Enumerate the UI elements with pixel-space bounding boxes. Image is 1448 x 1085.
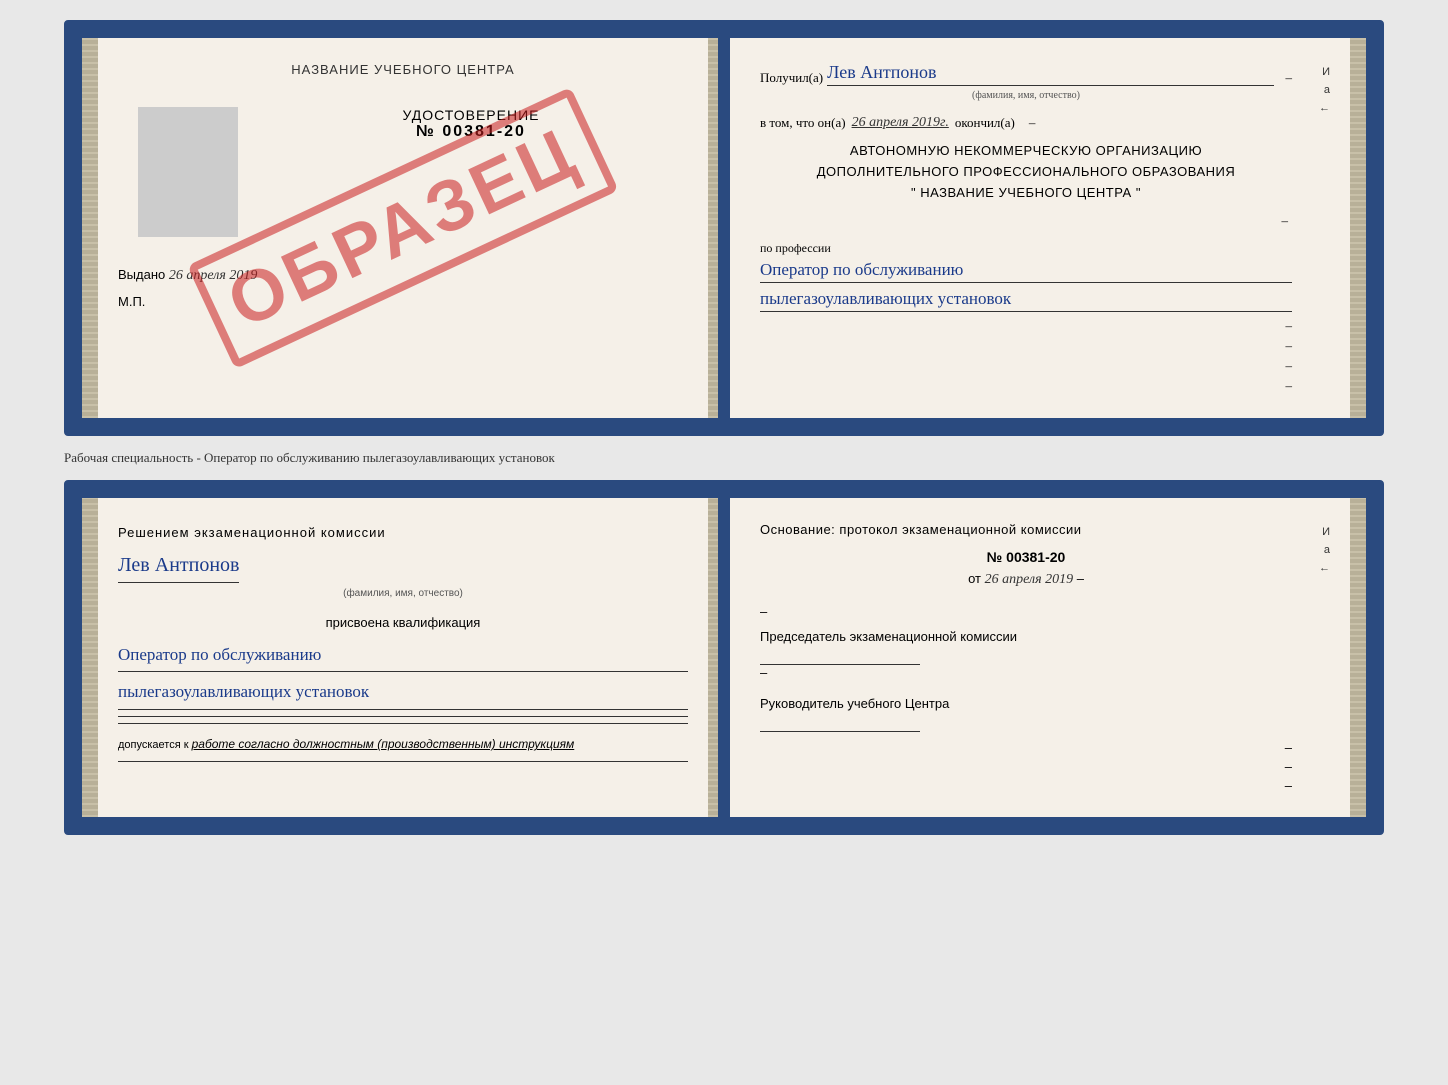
certificate-book-2: Решением экзаменационной комиссии Лев Ан… (64, 480, 1384, 835)
vtom-row: в том, что он(а) 26 апреля 2019г. окончи… (760, 115, 1292, 131)
certificate-book-1: НАЗВАНИЕ УЧЕБНОГО ЦЕНТРА УДОСТОВЕРЕНИЕ №… (64, 20, 1384, 436)
ot-label: от (968, 571, 981, 586)
osnovaniye-label: Основание: протокол экзаменационной коми… (760, 522, 1292, 537)
org-line3: " НАЗВАНИЕ УЧЕБНОГО ЦЕНТРА " (760, 183, 1292, 204)
poluchil-label: Получил(а) (760, 70, 823, 86)
poluchil-name: Лев Антпонов (827, 62, 1273, 86)
spine-right-left (708, 38, 724, 418)
professiya-line1: Оператор по обслуживанию (760, 260, 1292, 283)
udostoverenie-block: УДОСТОВЕРЕНИЕ № 00381-20 (254, 107, 688, 141)
document-container: НАЗВАНИЕ УЧЕБНОГО ЦЕНТРА УДОСТОВЕРЕНИЕ №… (64, 20, 1384, 835)
vydano-label: Выдано (118, 267, 165, 282)
p1-dash4: – (1286, 318, 1293, 334)
spine-right-page-2 (1350, 498, 1366, 817)
p1-dash7: – (1286, 378, 1293, 394)
ot-row: от 26 апреля 2019 – (760, 571, 1292, 588)
fam-sub-2: (фамилия, имя, отчество) (118, 585, 688, 602)
page-left-1: НАЗВАНИЕ УЧЕБНОГО ЦЕНТРА УДОСТОВЕРЕНИЕ №… (82, 38, 724, 418)
fam-sub-1: (фамилия, имя, отчество) (760, 90, 1292, 101)
r2-dash5: – (1285, 759, 1292, 774)
professiya-label: по профессии (760, 241, 1292, 256)
vydano-line: Выдано 26 апреля 2019 (118, 267, 688, 284)
osnov-number: № 00381-20 (987, 549, 1066, 565)
dash3-r: – (760, 665, 767, 680)
rukovoditel-block: Руководитель учебного Центра (760, 696, 1292, 732)
cert-title: НАЗВАНИЕ УЧЕБНОГО ЦЕНТРА (118, 62, 688, 77)
page-right-2: Основание: протокол экзаменационной коми… (724, 498, 1366, 817)
okonchil-label: окончил(а) (955, 115, 1015, 131)
org-block: АВТОНОМНУЮ НЕКОММЕРЧЕСКУЮ ОРГАНИЗАЦИЮ ДО… (760, 141, 1292, 203)
poluchil-row: Получил(а) Лев Антпонов – (760, 62, 1292, 86)
right-indicators-1: И а ← (1300, 62, 1330, 394)
spine-right-left-2 (708, 498, 724, 817)
cert-number: № 00381-20 (254, 123, 688, 141)
kvalif-line2: пылегазоулавливающих установок (118, 678, 688, 710)
prisvoyena-label: присвоена квалификация (118, 612, 688, 634)
resheniem-block: Решением экзаменационной комиссии Лев Ан… (118, 522, 688, 762)
kvalif-line1: Оператор по обслуживанию (118, 641, 688, 673)
indicator-a-1: а (1324, 84, 1330, 96)
indicator-i-1: И (1322, 66, 1330, 78)
page-right-1: Получил(а) Лев Антпонов – (фамилия, имя,… (724, 38, 1366, 418)
spine-left (82, 38, 98, 418)
separator-text: Рабочая специальность - Оператор по обсл… (64, 444, 1384, 472)
predsedatel-block: Председатель экзаменационной комиссии – (760, 629, 1292, 680)
indicator-i-2: И (1322, 526, 1330, 538)
dopuskaetsya-text: работе согласно должностным (производств… (192, 737, 575, 751)
udostoverenie-label: УДОСТОВЕРЕНИЕ (254, 107, 688, 123)
spine-left-2 (82, 498, 98, 817)
fio-name: Лев Антпонов (118, 548, 239, 583)
page-left-2: Решением экзаменационной комиссии Лев Ан… (82, 498, 724, 817)
p1-dash5: – (1286, 338, 1293, 354)
org-line2: ДОПОЛНИТЕЛЬНОГО ПРОФЕССИОНАЛЬНОГО ОБРАЗО… (760, 162, 1292, 183)
vtom-label: в том, что он(а) (760, 115, 846, 131)
org-line1: АВТОНОМНУЮ НЕКОММЕРЧЕСКУЮ ОРГАНИЗАЦИЮ (760, 141, 1292, 162)
dash2-right: – (760, 604, 1292, 619)
p1-dash6: – (1286, 358, 1293, 374)
dash3: – (760, 213, 1288, 229)
right-indicators-2: И а ← (1300, 522, 1330, 793)
dash2: – (1029, 115, 1036, 131)
mp-line: М.П. (118, 294, 688, 309)
dash1: – (1286, 70, 1293, 86)
osnovaniye-block: Основание: протокол экзаменационной коми… (760, 522, 1292, 793)
spine-right-page (1350, 38, 1366, 418)
r2-dash6: – (1285, 778, 1292, 793)
fio-block: Лев Антпонов (118, 548, 688, 583)
predsedatel-label: Председатель экзаменационной комиссии (760, 629, 1292, 644)
dopuskaetsya-label: допускается к (118, 739, 189, 751)
indicator-arrow-2: ← (1319, 562, 1330, 574)
professiya-block: по профессии Оператор по обслуживанию пы… (760, 241, 1292, 312)
rukovoditel-label: Руководитель учебного Центра (760, 696, 1292, 711)
vydano-date: 26 апреля 2019 (169, 268, 257, 283)
indicator-arrow-1: ← (1319, 102, 1330, 114)
vtom-date: 26 апреля 2019г. (852, 115, 949, 131)
r2-dash4: – (1285, 740, 1292, 755)
osnov-dash2: – (760, 604, 767, 619)
dopuskaetsya-block: допускается к работе согласно должностны… (118, 734, 688, 755)
indicator-a-2: а (1324, 544, 1330, 556)
resheniem-label: Решением экзаменационной комиссии (118, 522, 688, 544)
ot-date: 26 апреля 2019 (985, 572, 1073, 587)
photo-placeholder (138, 107, 238, 237)
osnov-dash1: – (1077, 571, 1084, 586)
osnovaniye-number: № 00381-20 (760, 549, 1292, 565)
professiya-line2: пылегазоулавливающих установок (760, 289, 1292, 312)
